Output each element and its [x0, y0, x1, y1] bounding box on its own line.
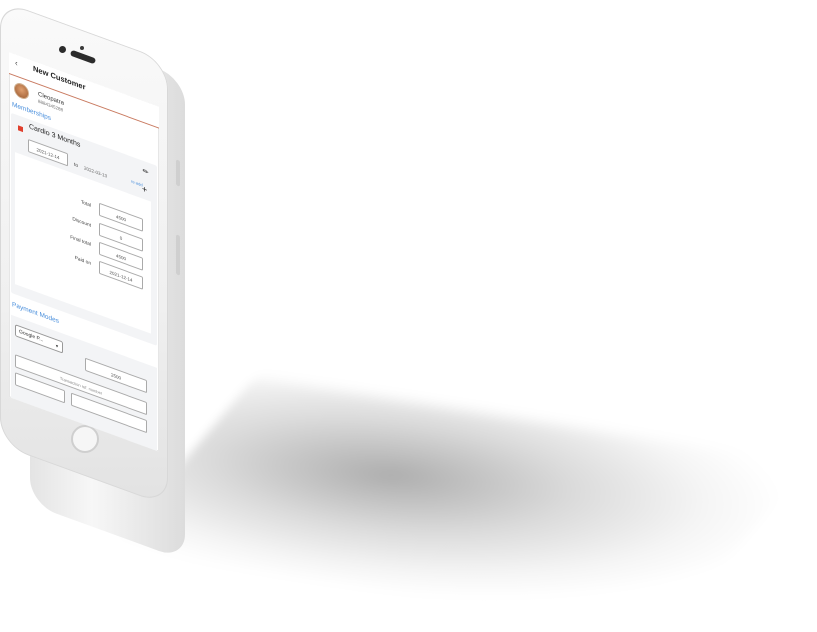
chevron-down-icon: ▼ — [55, 342, 59, 350]
to-label: to — [74, 161, 79, 170]
readd-link[interactable]: re-add — [131, 178, 143, 187]
back-arrow-icon[interactable]: ‹ — [15, 58, 18, 68]
payment-mode-select[interactable]: Google P... ▼ — [15, 324, 63, 354]
total-label: Total — [80, 200, 91, 209]
paid-on-label: Paid on — [74, 255, 91, 267]
phone-shadow — [112, 377, 808, 632]
customer-avatar — [14, 80, 29, 102]
volume-button — [176, 159, 180, 187]
membership-color-marker — [18, 125, 23, 133]
phone-device: ‹ New Customer Cleopatra 8884345288 Memb… — [0, 0, 200, 561]
payment-mode-value: Google P... — [19, 328, 44, 344]
phone-screen: ‹ New Customer Cleopatra 8884345288 Memb… — [9, 52, 159, 452]
front-camera — [59, 46, 66, 53]
final-total-label: Final total — [70, 235, 91, 248]
home-button[interactable] — [71, 425, 99, 453]
power-button — [176, 234, 180, 276]
add-icon[interactable]: + — [142, 183, 147, 195]
end-date-value: 2022-03-13 — [84, 165, 108, 179]
discount-label: Discount — [72, 217, 91, 229]
proximity-sensor — [80, 46, 84, 50]
edit-icon[interactable]: ✎ — [141, 167, 151, 177]
